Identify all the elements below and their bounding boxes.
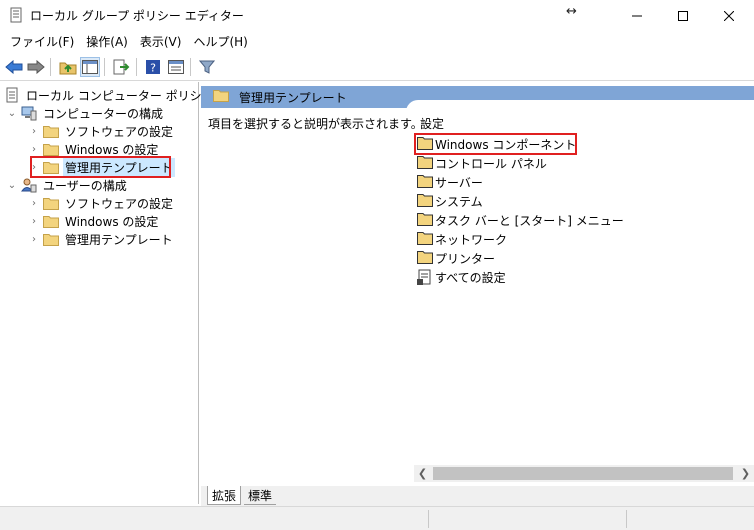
list-item-label: ネットワーク — [435, 232, 508, 247]
tab-standard[interactable]: 標準 — [244, 486, 277, 505]
policy-document-icon — [4, 87, 20, 103]
pane-header-title: 管理用テンプレート — [239, 90, 347, 105]
chevron-right-icon[interactable]: › — [28, 234, 40, 245]
tree-item-label: ソフトウェアの設定 — [65, 196, 174, 211]
forward-icon[interactable] — [26, 57, 46, 77]
user-icon — [21, 177, 37, 193]
chevron-right-icon[interactable]: › — [28, 216, 40, 227]
help-icon[interactable]: ? — [143, 57, 163, 77]
tree-root[interactable]: ローカル コンピューター ポリシー — [4, 86, 216, 104]
chevron-right-icon[interactable]: › — [28, 144, 40, 155]
properties-icon[interactable] — [166, 57, 186, 77]
tree-item-user-software[interactable]: › ソフトウェアの設定 — [28, 194, 175, 212]
folder-icon — [43, 213, 59, 229]
tree-root-label: ローカル コンピューター ポリシー — [26, 88, 214, 103]
tree-pane: ローカル コンピューター ポリシー ⌄ コンピューターの構成 › ソフトウェアの… — [0, 82, 214, 504]
chevron-right-icon[interactable]: › — [28, 126, 40, 137]
maximize-button[interactable] — [660, 0, 706, 31]
folder-icon — [417, 193, 433, 209]
folder-icon — [213, 89, 229, 105]
list-item-server[interactable]: サーバー — [417, 173, 483, 191]
status-bar — [0, 506, 754, 530]
folder-icon — [417, 250, 433, 266]
tree-item-user-admin-templates[interactable]: › 管理用テンプレート — [28, 230, 175, 248]
list-pane-curve — [406, 100, 754, 112]
folder-icon — [417, 174, 433, 190]
list-item-printers[interactable]: プリンター — [417, 249, 495, 267]
list-item-label: タスク バーと [スタート] メニュー — [435, 213, 624, 228]
folder-icon — [417, 231, 433, 247]
toolbar: ? — [0, 53, 754, 81]
list-item-label: コントロール パネル — [435, 156, 547, 171]
list-item-label: サーバー — [435, 175, 483, 190]
list-item-system[interactable]: システム — [417, 192, 483, 210]
folder-icon — [43, 141, 59, 157]
settings-list-icon — [417, 269, 433, 285]
list-item-label: すべての設定 — [435, 270, 506, 285]
view-tabs: 拡張 標準 — [201, 486, 754, 506]
folder-icon — [417, 212, 433, 228]
tab-extended[interactable]: 拡張 — [207, 486, 242, 505]
tree-item-user-windows[interactable]: › Windows の設定 — [28, 212, 160, 230]
folder-icon — [43, 123, 59, 139]
export-list-icon[interactable] — [111, 57, 131, 77]
details-pane: 管理用テンプレート 項目を選択すると説明が表示されます。 設定 Windows … — [201, 82, 754, 504]
menu-file[interactable]: ファイル(F) — [4, 31, 80, 53]
description-text: 項目を選択すると説明が表示されます。 — [208, 117, 423, 131]
tree-item-label: ソフトウェアの設定 — [65, 124, 174, 139]
scrollbar-thumb[interactable] — [433, 467, 733, 480]
highlight-box — [414, 133, 577, 155]
chevron-right-icon[interactable]: › — [28, 198, 40, 209]
scroll-left-icon[interactable]: ❮ — [414, 465, 431, 482]
title-bar: ローカル グループ ポリシー エディター ↔ — [0, 0, 754, 31]
minimize-button[interactable] — [614, 0, 660, 31]
chevron-down-icon[interactable]: ⌄ — [6, 180, 18, 191]
chevron-down-icon[interactable]: ⌄ — [6, 108, 18, 119]
up-folder-icon[interactable] — [58, 57, 78, 77]
tree-item-label: 管理用テンプレート — [65, 232, 173, 247]
tree-item-user-config[interactable]: ⌄ ユーザーの構成 — [6, 176, 129, 194]
menu-view[interactable]: 表示(V) — [134, 31, 188, 53]
horizontal-scrollbar[interactable]: ❮ ❯ — [414, 465, 754, 482]
menu-action[interactable]: 操作(A) — [80, 31, 134, 53]
list-item-all-settings[interactable]: すべての設定 — [417, 268, 506, 286]
back-icon[interactable] — [4, 57, 24, 77]
show-hide-tree-icon[interactable] — [80, 57, 100, 77]
window-title: ローカル グループ ポリシー エディター — [30, 9, 244, 23]
computer-icon — [21, 105, 37, 121]
menu-help[interactable]: ヘルプ(H) — [187, 31, 253, 53]
folder-icon — [43, 231, 59, 247]
column-header-setting[interactable]: 設定 — [420, 115, 444, 132]
tree-item-computer-software[interactable]: › ソフトウェアの設定 — [28, 122, 175, 140]
menu-bar: ファイル(F) 操作(A) 表示(V) ヘルプ(H) — [0, 31, 754, 53]
tree-item-label: Windows の設定 — [65, 214, 159, 229]
folder-icon — [417, 155, 433, 171]
tree-item-computer-config[interactable]: ⌄ コンピューターの構成 — [6, 104, 165, 122]
list-item-control-panel[interactable]: コントロール パネル — [417, 154, 547, 172]
policy-editor-icon — [8, 7, 24, 23]
scroll-right-icon[interactable]: ❯ — [737, 465, 754, 482]
close-button[interactable] — [706, 0, 752, 31]
list-item-taskbar-start-menu[interactable]: タスク バーと [スタート] メニュー — [417, 211, 624, 229]
list-item-network[interactable]: ネットワーク — [417, 230, 507, 248]
tree-item-label: ユーザーの構成 — [43, 178, 127, 193]
list-item-label: システム — [435, 194, 483, 209]
folder-icon — [43, 195, 59, 211]
tree-item-label: コンピューターの構成 — [43, 106, 164, 121]
resize-icon[interactable]: ↔ — [566, 4, 577, 19]
svg-text:?: ? — [150, 62, 156, 75]
filter-icon[interactable] — [197, 57, 217, 77]
list-item-label: プリンター — [435, 251, 496, 266]
